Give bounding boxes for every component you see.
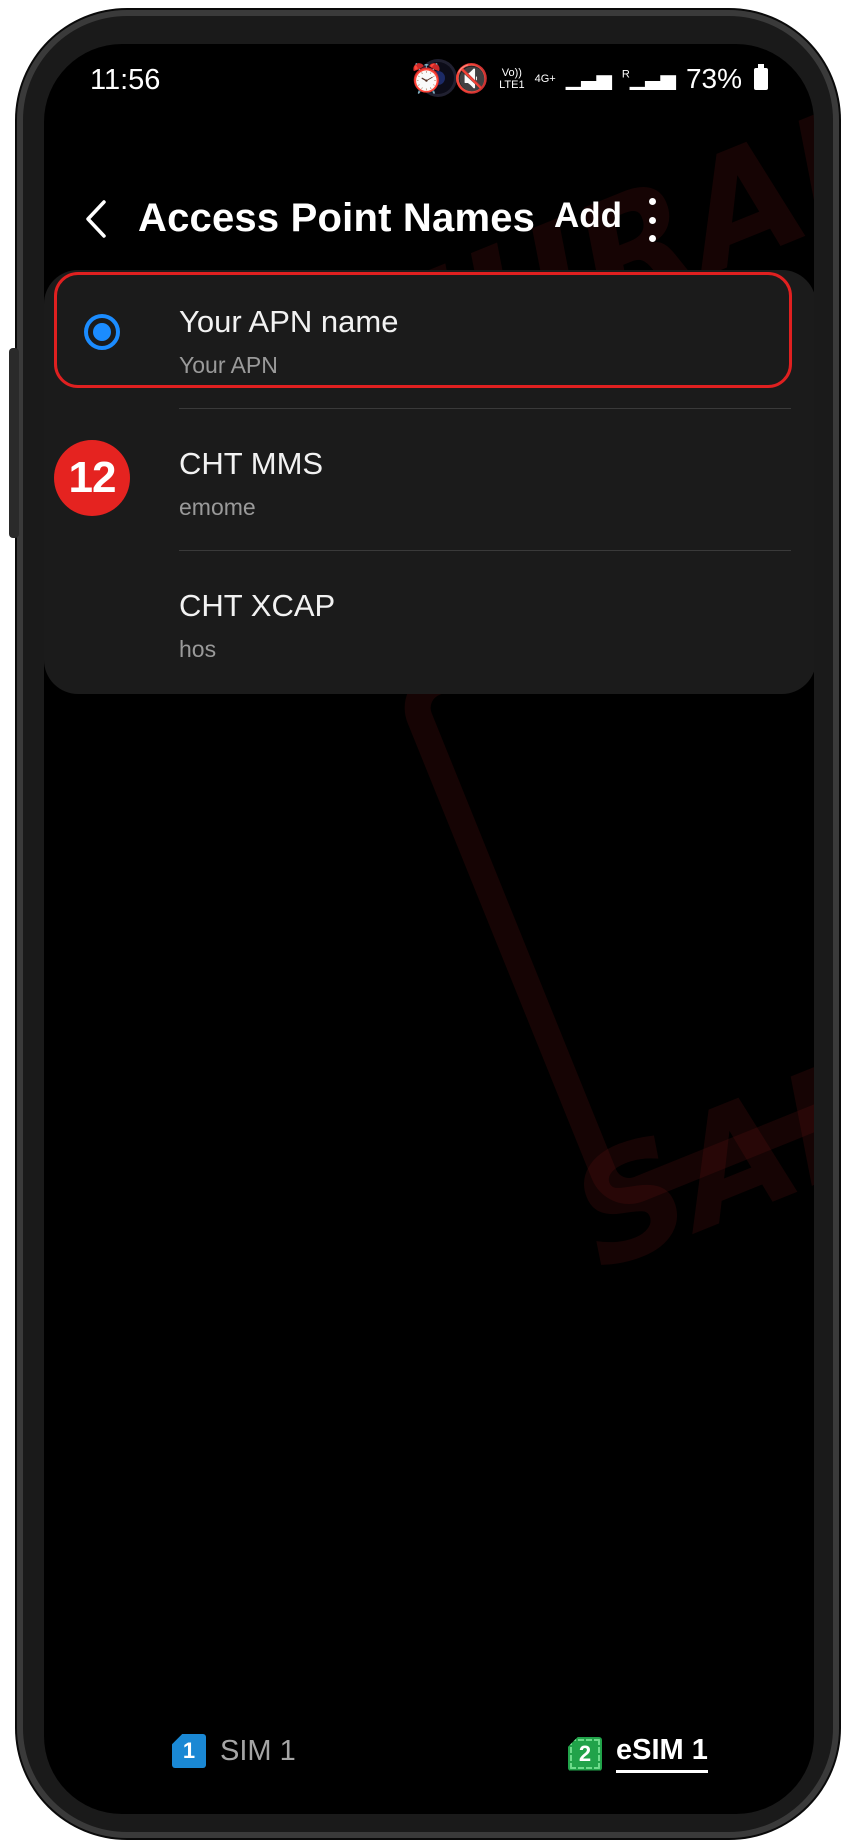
battery-percent: 73% [685,62,742,94]
apn-item-your-apn[interactable]: Your APN name Your APN [44,270,814,410]
step-badge: 12 [54,440,130,516]
chevron-left-icon [86,200,106,238]
status-time: 11:56 [90,64,161,96]
apn-item-apn: Your APN [179,352,278,378]
roaming-signal-icon: R▁▃▅ [621,68,676,90]
status-bar: 11:56 ⏰ 🔇 Vo)) LTE1 4G+ ▁▃▅ R▁▃▅ 73% [44,44,814,114]
alarm-icon: ⏰ [409,63,445,94]
more-vert-icon [648,198,656,205]
add-button[interactable]: Add [554,196,622,236]
list-divider [179,550,791,551]
status-icons: ⏰ 🔇 Vo)) LTE1 4G+ ▁▃▅ R▁▃▅ 73% [409,62,768,95]
sim-card-icon: 1 [172,1734,206,1768]
tab-sim-1[interactable]: 1 SIM 1 [172,1734,296,1768]
list-divider [179,408,791,409]
battery-icon [754,63,768,90]
esim-card-icon: 2 [568,1736,602,1771]
page-title: Access Point Names [138,196,536,240]
network-type-icon: 4G+ [534,72,556,85]
tab-label: eSIM 1 [616,1734,708,1773]
back-button[interactable] [74,194,124,244]
apn-item-apn: emome [179,494,256,520]
apn-item-name: CHT XCAP [179,588,336,623]
phone-screen: SAMURAISIM SAMU 11:56 ⏰ 🔇 Vo))LTE1 4G+ ▁… [44,44,814,1814]
apn-item-name: CHT MMS [179,446,324,481]
apn-item-cht-mms[interactable]: CHT MMS emome [44,412,814,552]
phone-side-button [9,348,19,538]
tab-label: SIM 1 [220,1734,296,1767]
volte-icon: Vo)) LTE1 [499,66,525,91]
apn-item-name: Your APN name [179,304,399,339]
radio-selected-icon[interactable] [84,314,120,350]
sim-tabs: 1 SIM 1 2 eSIM 1 [44,1734,814,1794]
mute-icon: 🔇 [454,63,490,94]
apn-item-apn: hos [179,636,217,662]
watermark-text: SAMU [549,957,814,1305]
apn-list: Your APN name Your APN CHT MMS emome CHT… [44,270,814,694]
apn-item-cht-xcap[interactable]: CHT XCAP hos [44,554,814,694]
more-options-button[interactable] [632,192,672,248]
app-header: Access Point Names Add [44,192,814,252]
tab-esim-1[interactable]: 2 eSIM 1 [568,1734,708,1773]
signal-icon: ▁▃▅ [565,68,612,90]
